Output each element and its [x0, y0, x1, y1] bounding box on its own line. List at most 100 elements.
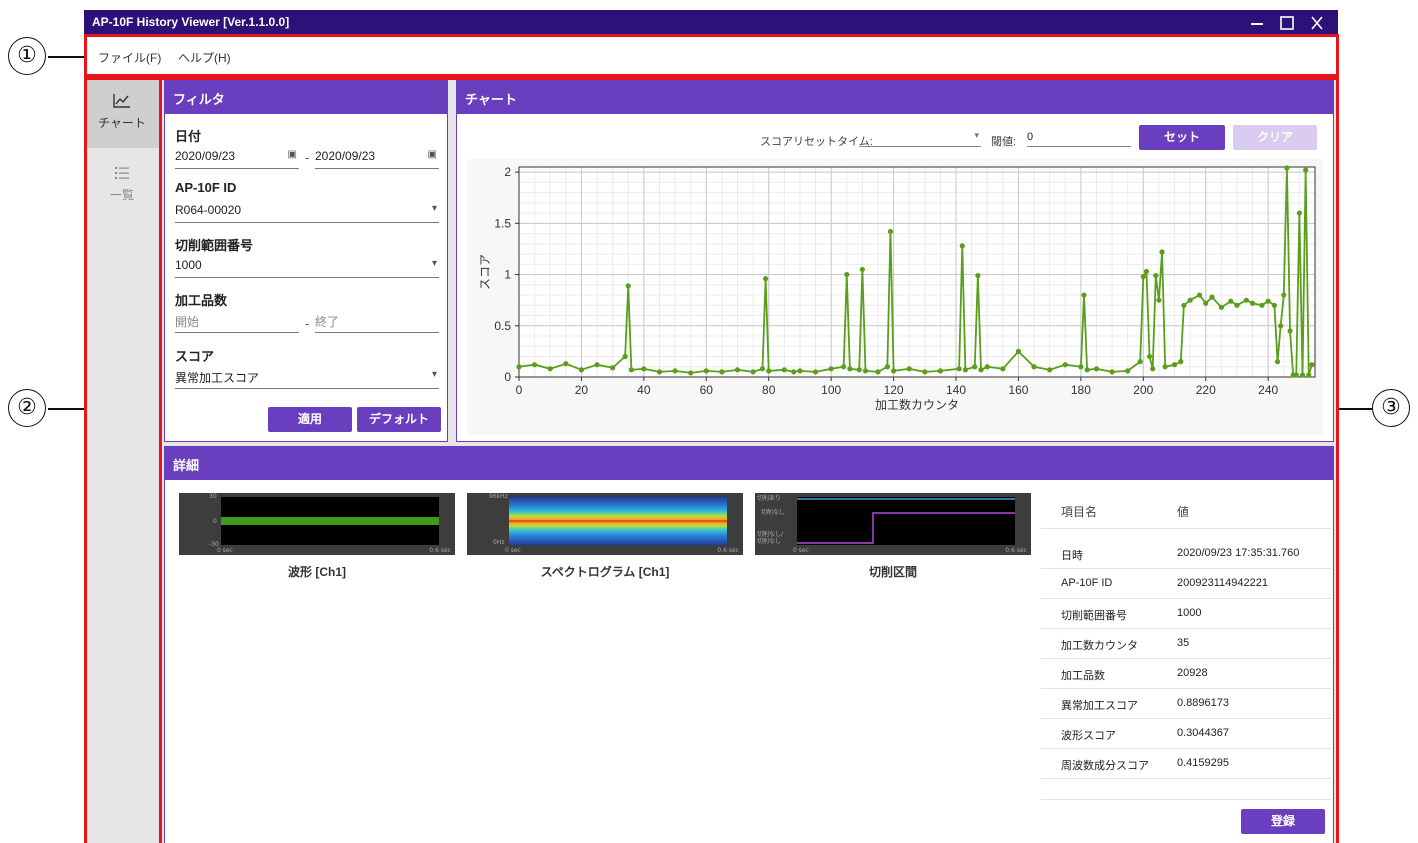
menu-help[interactable]: ヘルプ(H) — [178, 49, 231, 66]
x-tick-label: 60 — [700, 383, 714, 397]
range-select[interactable]: 1000 ▾ — [175, 256, 439, 278]
data-point — [766, 368, 772, 374]
data-point — [797, 368, 803, 374]
callout-3: ③ — [1372, 389, 1410, 427]
x-tick-label: 220 — [1196, 383, 1216, 397]
minimize-button[interactable] — [1246, 13, 1268, 33]
table-row: 周波数成分スコア 0.4159295 — [1041, 749, 1331, 779]
score-select-value: 異常加工スコア — [175, 371, 260, 385]
menu-file[interactable]: ファイル(F) — [98, 49, 161, 66]
data-point — [1209, 294, 1215, 300]
spectrogram-ybot: 0Hz — [493, 539, 505, 546]
data-point — [516, 364, 522, 370]
title-bar[interactable]: AP-10F History Viewer [Ver.1.1.0.0] — [84, 10, 1338, 36]
count-start-placeholder: 開始 — [175, 315, 200, 329]
prop-key: 周波数成分スコア — [1061, 760, 1149, 772]
data-point — [859, 266, 865, 273]
data-point — [1234, 302, 1240, 308]
x-tick-label: 120 — [884, 383, 904, 397]
id-select[interactable]: R064-00020 ▾ — [175, 201, 439, 223]
data-point — [763, 276, 769, 282]
set-button[interactable]: セット — [1139, 125, 1225, 150]
y-tick-label: 1.5 — [494, 216, 511, 230]
properties-table: 項目名 値 日時 2020/09/23 17:35:31.760 AP-10F … — [1041, 493, 1331, 803]
close-icon — [1311, 16, 1323, 30]
default-button[interactable]: デフォルト — [357, 407, 441, 432]
threshold-input[interactable]: 0 — [1027, 127, 1131, 147]
reset-time-label: スコアリセットタイム: — [760, 136, 873, 148]
data-point — [688, 370, 694, 376]
dropdown-arrow-icon: ▾ — [431, 369, 437, 380]
data-point — [1015, 348, 1022, 354]
waveform-xright: 0.6 sec — [429, 547, 451, 554]
screenshot-stage: ① ② ③ AP-10F History Viewer [Ver.1.1.0.0… — [0, 0, 1418, 843]
data-point — [656, 369, 663, 375]
data-point — [922, 369, 928, 375]
data-point — [672, 368, 678, 374]
callout-1: ① — [8, 37, 46, 75]
detail-panel: 詳細 30 0 -30 0 sec 0.6 sec 波形 [Ch1] 96kHz… — [164, 446, 1334, 843]
data-point — [984, 364, 990, 370]
x-axis-label: 加工数カウンタ — [875, 397, 959, 412]
plot-area — [519, 167, 1315, 377]
chart-line-icon — [113, 94, 130, 108]
spectrogram-thumbnail[interactable]: 96kHz 0Hz 0 sec 0.6 sec — [467, 493, 743, 555]
prop-value: 35 — [1177, 637, 1190, 649]
count-label: 加工品数 — [175, 293, 228, 308]
reset-time-select[interactable]: ▾ — [859, 127, 981, 147]
data-point — [856, 367, 862, 373]
window-title: AP-10F History Viewer [Ver.1.1.0.0] — [92, 15, 290, 29]
prop-key: 波形スコア — [1061, 730, 1116, 742]
prop-value: 0.4159295 — [1177, 757, 1229, 769]
data-point — [1143, 268, 1150, 275]
date-from-field[interactable]: 2020/09/23 ▣ — [175, 147, 299, 169]
data-point — [1309, 362, 1315, 368]
data-point — [1000, 366, 1006, 372]
prop-key: 加工数カウンタ — [1061, 640, 1138, 652]
register-button[interactable]: 登録 — [1241, 809, 1325, 834]
data-point — [1150, 366, 1156, 372]
dropdown-arrow-icon: ▾ — [431, 258, 437, 269]
data-point — [1162, 364, 1168, 370]
clear-button: クリア — [1233, 125, 1317, 150]
table-row: 日時 2020/09/23 17:35:31.760 — [1041, 539, 1331, 569]
data-point — [1146, 353, 1153, 360]
data-point — [1274, 359, 1281, 365]
calendar-icon[interactable]: ▣ — [428, 149, 437, 160]
apply-button[interactable]: 適用 — [268, 407, 352, 432]
data-point — [956, 366, 962, 372]
data-point — [959, 243, 965, 249]
table-row: 切削範囲番号 1000 — [1041, 599, 1331, 629]
prop-value: 200923114942221 — [1177, 577, 1268, 589]
data-point — [1109, 369, 1115, 375]
date-to-field[interactable]: 2020/09/23 ▣ — [315, 147, 439, 169]
data-point — [750, 369, 756, 375]
waveform-thumbnail[interactable]: 30 0 -30 0 sec 0.6 sec — [179, 493, 455, 555]
data-point — [610, 365, 616, 371]
calendar-icon[interactable]: ▣ — [288, 149, 297, 160]
data-point — [862, 368, 869, 374]
cutting-xright: 0.6 sec — [1005, 547, 1027, 554]
data-point — [547, 366, 553, 372]
prop-value: 1000 — [1177, 607, 1202, 619]
date-from-value: 2020/09/23 — [175, 149, 236, 163]
date-to-value: 2020/09/23 — [315, 149, 376, 163]
spectrogram-plot — [509, 497, 727, 545]
nav-item-list[interactable]: 一覧 — [84, 152, 160, 220]
data-point — [1171, 362, 1178, 368]
count-end-input[interactable]: 終了 — [315, 311, 439, 333]
prop-value: 0.3044367 — [1177, 727, 1229, 739]
close-button[interactable] — [1306, 13, 1328, 33]
score-select[interactable]: 異常加工スコア ▾ — [175, 367, 439, 389]
data-point — [1243, 297, 1249, 303]
nav-item-chart[interactable]: チャート — [84, 80, 160, 148]
table-row: 波形スコア 0.3044367 — [1041, 719, 1331, 749]
filter-panel: フィルタ 日付 2020/09/23 ▣ - 2020/09/23 ▣ AP-1… — [164, 80, 448, 442]
spectrogram-xright: 0.6 sec — [717, 547, 739, 554]
count-start-input[interactable]: 開始 — [175, 311, 299, 333]
cutting-interval-thumbnail[interactable]: 切削あり 切削なし 切削なし/ 切削なし 0 sec 0.6 sec — [755, 493, 1031, 555]
maximize-button[interactable] — [1276, 13, 1298, 33]
y-tick-label: 1 — [504, 268, 511, 282]
cutting-ybot2: 切削なし — [757, 538, 782, 545]
score-line-chart: 0 20 40 60 80 100 120 140 160 180 200 220 240 0 0.5 1 1.… — [467, 159, 1323, 435]
